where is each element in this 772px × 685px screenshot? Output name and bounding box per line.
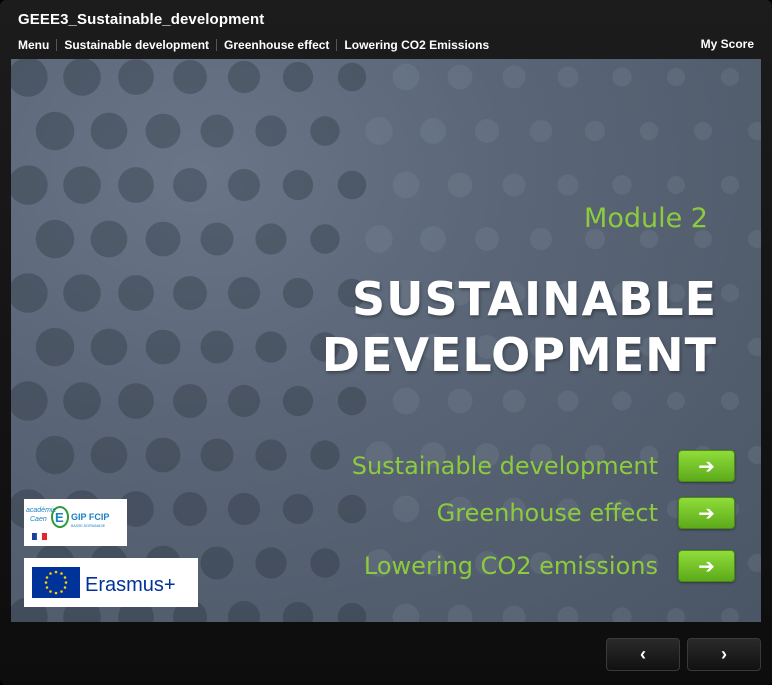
nav-separator bbox=[216, 39, 218, 51]
chevron-left-icon: ‹ bbox=[640, 644, 646, 664]
go-greenhouse-effect-button[interactable]: ➔ bbox=[678, 497, 735, 529]
arrow-right-icon: ➔ bbox=[698, 455, 715, 478]
nav-separator bbox=[56, 39, 58, 51]
link-row-lowering-co2: Lowering CO2 emissions ➔ bbox=[364, 549, 735, 583]
link-sustainable-development[interactable]: Sustainable development bbox=[352, 452, 658, 480]
svg-text:GIP FCIP: GIP FCIP bbox=[71, 512, 109, 522]
link-lowering-co2-emissions[interactable]: Lowering CO2 emissions bbox=[364, 552, 658, 580]
nav-sustainable-development[interactable]: Sustainable development bbox=[64, 38, 209, 52]
slide-title: SUSTAINABLE DEVELOPMENT bbox=[322, 271, 717, 383]
svg-text:Erasmus+: Erasmus+ bbox=[85, 574, 176, 596]
go-sustainable-development-button[interactable]: ➔ bbox=[678, 450, 735, 482]
nav-lowering-co2[interactable]: Lowering CO2 Emissions bbox=[344, 38, 489, 52]
my-score-link[interactable]: My Score bbox=[701, 37, 754, 51]
svg-text:BASSE-NORMANDIE: BASSE-NORMANDIE bbox=[71, 524, 106, 528]
erasmus-plus-logo: Erasmus+ bbox=[24, 558, 198, 607]
svg-text:E: E bbox=[55, 510, 64, 525]
slide-title-line2: DEVELOPMENT bbox=[321, 328, 717, 382]
nav-separator bbox=[336, 39, 338, 51]
player-window: GEEE3_Sustainable_development Menu Susta… bbox=[0, 0, 772, 685]
chevron-right-icon: › bbox=[721, 644, 727, 664]
nav-menu[interactable]: Menu bbox=[18, 38, 49, 52]
arrow-right-icon: ➔ bbox=[698, 555, 715, 578]
module-label: Module 2 bbox=[584, 203, 708, 234]
course-title: GEEE3_Sustainable_development bbox=[18, 11, 265, 28]
academie-caen-logo-image: académie Caen E GIP FCIP BASSE-NORMANDIE bbox=[26, 506, 109, 541]
link-row-greenhouse-effect: Greenhouse effect ➔ bbox=[437, 496, 735, 530]
next-slide-button[interactable]: › bbox=[687, 638, 761, 671]
link-row-sustainable-development: Sustainable development ➔ bbox=[352, 449, 735, 483]
erasmus-plus-logo-image: Erasmus+ bbox=[32, 567, 176, 598]
top-navigation: Menu Sustainable development Greenhouse … bbox=[18, 37, 489, 53]
academie-caen-logo: académie Caen E GIP FCIP BASSE-NORMANDIE bbox=[24, 499, 127, 546]
slide-title-line1: SUSTAINABLE bbox=[351, 272, 717, 326]
arrow-right-icon: ➔ bbox=[698, 502, 715, 525]
previous-slide-button[interactable]: ‹ bbox=[606, 638, 680, 671]
svg-text:Caen: Caen bbox=[30, 516, 47, 523]
go-lowering-co2-button[interactable]: ➔ bbox=[678, 550, 735, 582]
link-greenhouse-effect[interactable]: Greenhouse effect bbox=[437, 499, 658, 527]
nav-greenhouse-effect[interactable]: Greenhouse effect bbox=[224, 38, 329, 52]
slide-area: Module 2 SUSTAINABLE DEVELOPMENT Sustain… bbox=[11, 59, 761, 622]
